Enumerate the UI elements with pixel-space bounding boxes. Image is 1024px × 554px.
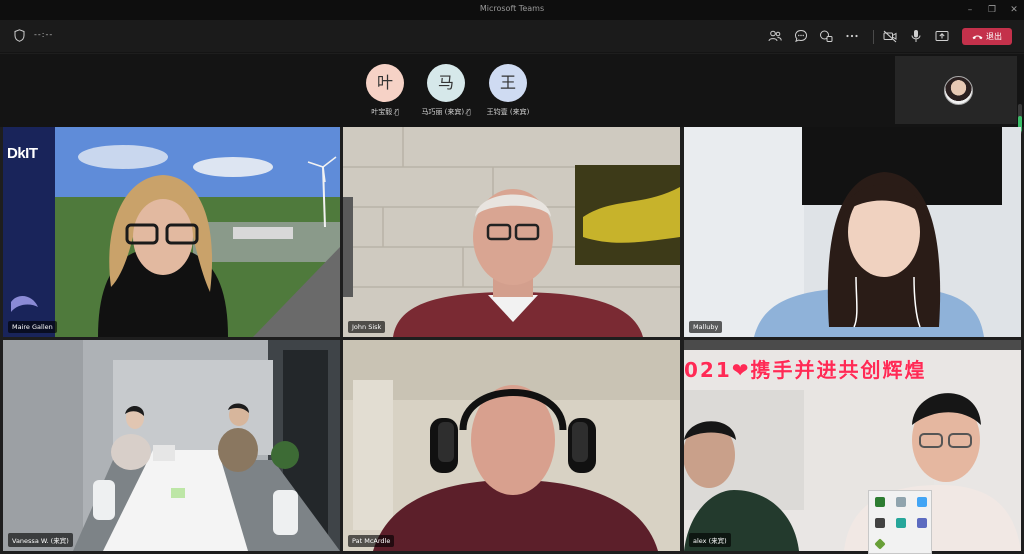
title-bar: Microsoft Teams – ❐ ✕ — [0, 0, 1024, 20]
people-icon[interactable] — [767, 28, 783, 44]
camera-off-icon[interactable] — [882, 28, 898, 44]
app-icon[interactable] — [896, 518, 906, 528]
avatar: 王 — [489, 64, 527, 102]
audio-participant[interactable]: 王 王钧壹 (来宾) — [478, 64, 538, 117]
network-icon[interactable] — [896, 497, 906, 507]
chat-icon[interactable] — [793, 28, 809, 44]
participant-name: Vanessa W. (来宾) — [8, 533, 73, 547]
video-tile-vanessa-w[interactable]: Vanessa W. (来宾) — [3, 340, 340, 551]
video-feed — [684, 127, 1021, 337]
video-tile-maire-gallen[interactable]: DkIT Maire Gallen — [3, 127, 340, 337]
video-feed — [3, 340, 340, 551]
audio-participants-strip: 叶 叶宝毅 🎙̸ 马 马巧丽 (来宾) 🎙̸ 王 王钧壹 (来宾) — [0, 54, 1024, 127]
meeting-timer: --:-- — [34, 30, 54, 39]
self-avatar — [944, 76, 973, 105]
toolbar-divider — [873, 30, 874, 44]
dkit-logo: DkIT — [7, 145, 38, 162]
status-icon[interactable] — [874, 538, 886, 550]
shield-icon — [14, 29, 25, 42]
video-tile-pat-mcardle[interactable]: Pat McArdle — [343, 340, 680, 551]
reactions-icon[interactable] — [818, 28, 834, 44]
more-icon[interactable] — [844, 28, 860, 44]
leave-button[interactable]: 退出 — [962, 28, 1012, 45]
audio-participant[interactable]: 叶 叶宝毅 🎙̸ — [355, 64, 415, 117]
video-feed — [3, 127, 340, 337]
participant-name: Maire Gallen — [8, 321, 57, 333]
mic-icon[interactable] — [875, 518, 885, 528]
hang-up-icon — [972, 35, 983, 39]
shield-icon[interactable] — [875, 497, 885, 507]
participant-name: Pat McArdle — [348, 535, 395, 547]
photos-icon[interactable] — [917, 497, 927, 507]
leave-label: 退出 — [986, 32, 1002, 41]
mic-icon[interactable] — [908, 28, 924, 44]
video-feed — [343, 340, 680, 551]
audio-participant[interactable]: 马 马巧丽 (来宾) 🎙̸ — [416, 64, 476, 117]
meeting-toolbar: --:-- — [0, 20, 1024, 53]
video-tile-alex[interactable]: 021❤携手并进共创辉煌 alex (来宾) — [684, 340, 1021, 551]
teams-window: Microsoft Teams – ❐ ✕ --:-- 退出 叶 叶宝毅 🎙̸ … — [0, 0, 1024, 554]
mic-muted-icon: 🎙̸ — [394, 108, 399, 116]
self-view[interactable] — [895, 56, 1017, 124]
window-title: Microsoft Teams — [479, 4, 545, 13]
share-icon[interactable] — [934, 28, 950, 44]
participant-name: John Sisk — [348, 321, 386, 333]
video-feed — [343, 127, 680, 337]
avatar: 叶 — [366, 64, 404, 102]
minimize-button[interactable]: – — [958, 2, 982, 18]
wall-banner: 021❤携手并进共创辉煌 — [684, 358, 927, 382]
video-tile-malluby[interactable]: Malluby — [684, 127, 1021, 337]
close-button[interactable]: ✕ — [1002, 2, 1024, 18]
teams-icon[interactable] — [917, 518, 927, 528]
mic-muted-icon: 🎙̸ — [466, 108, 471, 116]
maximize-button[interactable]: ❐ — [980, 2, 1004, 18]
participant-name: 马巧丽 (来宾) — [421, 108, 465, 116]
video-tile-john-sisk[interactable]: John Sisk — [343, 127, 680, 337]
participant-name: 叶宝毅 — [371, 108, 393, 116]
system-tray-popup — [868, 490, 932, 554]
participant-name: Malluby — [689, 321, 723, 333]
participant-name: 王钧壹 (来宾) — [486, 108, 530, 116]
participant-name: alex (来宾) — [689, 533, 731, 547]
avatar: 马 — [427, 64, 465, 102]
